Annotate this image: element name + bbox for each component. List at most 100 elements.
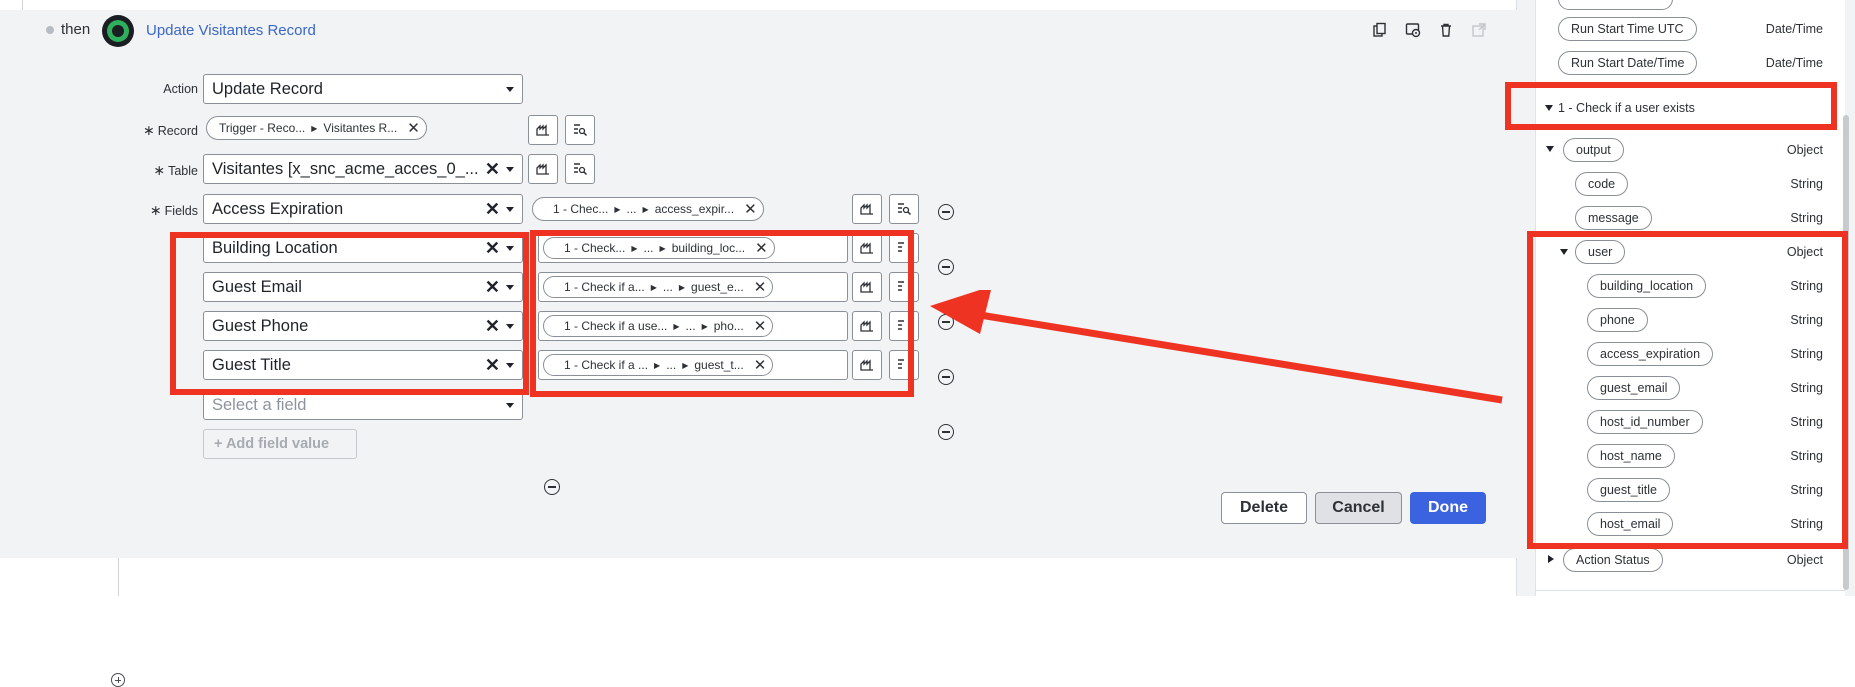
close-icon[interactable]: ✕ — [754, 358, 767, 373]
copy-icon[interactable] — [1370, 20, 1390, 40]
field-select[interactable]: Building Location ✕ — [203, 233, 523, 263]
field-data-pill[interactable]: 1 - Check if a... ▶ ... ▶ guest_e... ✕ — [543, 276, 774, 298]
script-toggle-button[interactable] — [852, 233, 882, 263]
data-type: Object — [1786, 245, 1823, 259]
step-status-dot — [46, 26, 54, 34]
pill-segment: ... — [666, 358, 677, 372]
expand-icon[interactable] — [1548, 555, 1554, 563]
table-label: ∗ Table — [153, 162, 198, 178]
close-icon[interactable]: ✕ — [744, 202, 757, 217]
clear-icon[interactable]: ✕ — [485, 160, 500, 178]
data-pill-top[interactable] — [1558, 0, 1673, 10]
trash-icon[interactable] — [1436, 20, 1456, 40]
script-toggle-button[interactable] — [852, 311, 882, 341]
caret-right-icon: ▶ — [673, 321, 680, 331]
close-icon[interactable]: ✕ — [407, 121, 420, 136]
field-data-pill[interactable]: 1 - Check... ▶ ... ▶ building_loc... ✕ — [543, 237, 775, 259]
clear-icon[interactable]: ✕ — [485, 317, 500, 335]
select-field-dropdown[interactable]: Select a field — [203, 390, 523, 420]
data-picker-button[interactable] — [889, 272, 919, 302]
caret-right-icon: ▶ — [701, 321, 708, 331]
script-toggle-button[interactable] — [528, 154, 558, 184]
data-item-host-id-number[interactable]: host_id_number — [1587, 410, 1703, 434]
field-select[interactable]: Guest Email ✕ — [203, 272, 523, 302]
pill-segment: building_loc... — [671, 241, 746, 255]
record-data-pill[interactable]: Trigger - Reco... ▶ Visitantes R... ✕ — [206, 116, 427, 140]
action-select[interactable]: Update Record — [203, 74, 523, 104]
pill-segment: 1 - Check if a ... — [564, 358, 649, 372]
data-item-action-status[interactable]: Action Status — [1563, 548, 1663, 572]
settings-icon[interactable] — [1403, 20, 1423, 40]
remove-field-icon[interactable] — [938, 424, 954, 440]
data-item-user[interactable]: user — [1575, 240, 1626, 264]
data-item-output[interactable]: output — [1563, 138, 1624, 162]
data-picker-button[interactable] — [889, 194, 919, 224]
remove-field-icon[interactable] — [544, 479, 560, 495]
field-select[interactable]: Guest Title ✕ — [203, 350, 523, 380]
script-toggle-button[interactable] — [852, 350, 882, 380]
remove-field-icon[interactable] — [938, 204, 954, 220]
data-type: String — [1790, 177, 1823, 191]
pill-segment: 1 - Chec... — [553, 202, 609, 216]
data-picker-button[interactable] — [565, 115, 595, 145]
chevron-down-icon — [506, 362, 514, 368]
remove-field-icon[interactable] — [938, 259, 954, 275]
field-data-pill[interactable]: 1 - Chec... ▶ ... ▶ access_expir... ✕ — [532, 197, 764, 221]
field-select[interactable]: Access Expiration ✕ — [203, 194, 523, 224]
data-picker-button[interactable] — [889, 311, 919, 341]
data-item-guest-email[interactable]: guest_email — [1587, 376, 1681, 400]
collapse-icon[interactable] — [1560, 249, 1568, 255]
clear-icon[interactable]: ✕ — [485, 356, 500, 374]
script-toggle-button[interactable] — [852, 194, 882, 224]
annotation-arrow — [930, 290, 1503, 404]
collapse-icon[interactable] — [1546, 146, 1554, 152]
data-item-phone[interactable]: phone — [1587, 308, 1648, 332]
data-item-guest-title[interactable]: guest_title — [1587, 478, 1670, 502]
field-value: Guest Phone — [212, 316, 309, 335]
collapse-icon[interactable] — [1545, 105, 1553, 111]
data-type: String — [1790, 415, 1823, 429]
field-value-input[interactable]: 1 - Check if a use... ▶ ... ▶ pho... ✕ — [538, 311, 848, 341]
script-toggle-button[interactable] — [528, 115, 558, 145]
field-select[interactable]: Guest Phone ✕ — [203, 311, 523, 341]
data-picker-button[interactable] — [565, 154, 595, 184]
clear-icon[interactable]: ✕ — [485, 278, 500, 296]
caret-right-icon: ▶ — [659, 243, 666, 253]
scrollbar[interactable] — [1843, 115, 1849, 590]
field-value-input[interactable]: 1 - Check if a... ▶ ... ▶ guest_e... ✕ — [538, 272, 848, 302]
add-field-value-button: + Add field value — [203, 429, 357, 459]
field-value-input[interactable]: 1 - Check if a ... ▶ ... ▶ guest_t... ✕ — [538, 350, 848, 380]
data-item-run-start-time-utc[interactable]: Run Start Time UTC — [1558, 17, 1697, 41]
cancel-button[interactable]: Cancel — [1315, 492, 1402, 524]
field-data-pill[interactable]: 1 - Check if a ... ▶ ... ▶ guest_t... ✕ — [543, 354, 774, 376]
pill-segment: 1 - Check if a use... — [564, 319, 668, 333]
close-icon[interactable]: ✕ — [754, 280, 767, 295]
pill-segment: 1 - Check if a... — [564, 280, 645, 294]
done-button[interactable]: Done — [1410, 492, 1486, 524]
clear-icon[interactable]: ✕ — [485, 239, 500, 257]
field-data-pill[interactable]: 1 - Check if a use... ▶ ... ▶ pho... ✕ — [543, 315, 774, 337]
script-toggle-button[interactable] — [852, 272, 882, 302]
action-value: Update Record — [212, 79, 323, 98]
add-step-icon[interactable] — [111, 673, 125, 687]
caret-right-icon: ▶ — [650, 282, 657, 292]
step-title[interactable]: Update Visitantes Record — [146, 22, 316, 39]
data-item-code[interactable]: code — [1575, 172, 1629, 196]
data-picker-button[interactable] — [889, 350, 919, 380]
field-value: Access Expiration — [212, 199, 344, 218]
data-item-access-expiration[interactable]: access_expiration — [1587, 342, 1714, 366]
data-item-building-location[interactable]: building_location — [1587, 274, 1707, 298]
close-icon[interactable]: ✕ — [754, 319, 767, 334]
data-item-message[interactable]: message — [1575, 206, 1652, 230]
data-item-host-email[interactable]: host_email — [1587, 512, 1674, 536]
close-icon[interactable]: ✕ — [755, 241, 768, 256]
table-select[interactable]: Visitantes [x_snc_acme_acces_0_... ✕ — [203, 154, 523, 184]
data-item-host-name[interactable]: host_name — [1587, 444, 1675, 468]
clear-icon[interactable]: ✕ — [485, 200, 500, 218]
field-value-input[interactable]: 1 - Check... ▶ ... ▶ building_loc... ✕ — [538, 233, 848, 263]
section-header[interactable]: 1 - Check if a user exists — [1558, 101, 1695, 115]
data-item-run-start-datetime[interactable]: Run Start Date/Time — [1558, 51, 1698, 75]
flow-line-bottom — [118, 558, 119, 596]
data-picker-button[interactable] — [889, 233, 919, 263]
delete-button[interactable]: Delete — [1221, 492, 1307, 524]
